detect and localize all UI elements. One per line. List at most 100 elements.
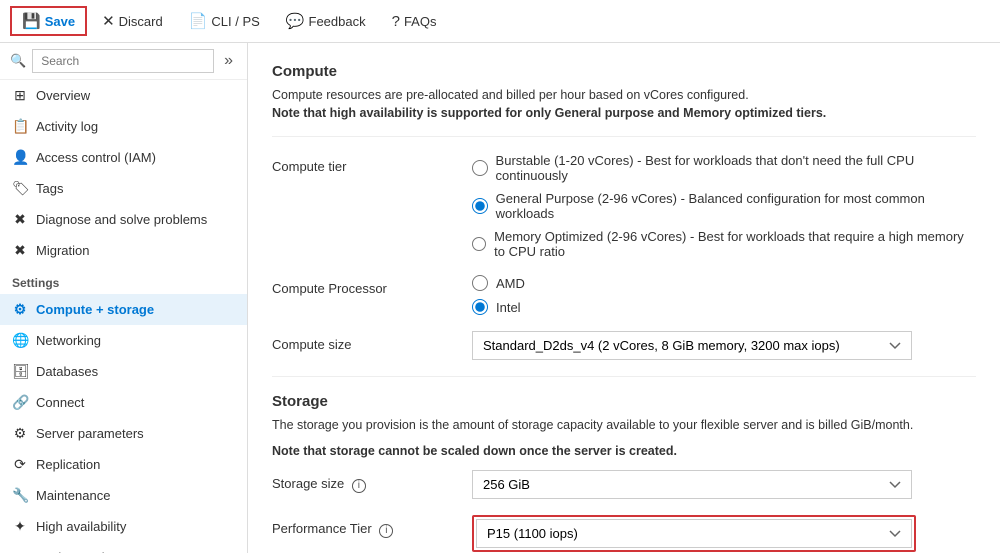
compute-processor-control: AMD Intel	[472, 275, 976, 315]
faqs-icon: ?	[392, 13, 400, 30]
sidebar-item-label: Databases	[36, 364, 98, 379]
sidebar-item-maintenance[interactable]: 🔧 Maintenance	[0, 480, 247, 511]
perf-tier-label: Performance Tier i	[272, 515, 472, 538]
compute-tier-label: Compute tier	[272, 153, 472, 174]
divider-2	[272, 376, 976, 377]
storage-size-info-icon[interactable]: i	[352, 479, 366, 493]
storage-desc1: The storage you provision is the amount …	[272, 418, 976, 432]
compute-size-control: Standard_D2ds_v4 (2 vCores, 8 GiB memory…	[472, 331, 976, 360]
sidebar-item-label: Replication	[36, 457, 100, 472]
high-availability-icon: ✦	[12, 518, 28, 535]
storage-section-title: Storage	[272, 393, 976, 410]
sidebar-item-server-parameters[interactable]: ⚙ Server parameters	[0, 418, 247, 449]
perf-tier-select[interactable]: P15 (1100 iops)	[476, 519, 912, 548]
sidebar-item-diagnose[interactable]: ✖ Diagnose and solve problems	[0, 204, 247, 235]
radio-memory[interactable]	[472, 236, 486, 252]
sidebar-item-activity-log[interactable]: 📋 Activity log	[0, 111, 247, 142]
compute-processor-label: Compute Processor	[272, 275, 472, 296]
sidebar-item-migration[interactable]: ✖ Migration	[0, 235, 247, 266]
sidebar-item-tags[interactable]: 🏷 Tags	[0, 173, 247, 204]
sidebar-item-access-control[interactable]: 👤 Access control (IAM)	[0, 142, 247, 173]
radio-general-item: General Purpose (2-96 vCores) - Balanced…	[472, 191, 976, 221]
sidebar: 🔍 » ⊞ Overview 📋 Activity log 👤 Access c…	[0, 43, 248, 553]
discard-button[interactable]: ✕ Discard	[91, 7, 174, 35]
save-button[interactable]: 💾 Save	[10, 6, 87, 36]
radio-burstable-label[interactable]: Burstable (1-20 vCores) - Best for workl…	[496, 153, 976, 183]
sidebar-item-label: Diagnose and solve problems	[36, 212, 207, 227]
faqs-label: FAQs	[404, 14, 437, 29]
sidebar-item-label: High availability	[36, 519, 126, 534]
settings-section-label: Settings	[0, 266, 247, 294]
backup-restore-icon: ↩	[12, 549, 28, 553]
radio-intel-item: Intel	[472, 299, 976, 315]
sidebar-item-overview[interactable]: ⊞ Overview	[0, 80, 247, 111]
toolbar: 💾 Save ✕ Discard 📄 CLI / PS 💬 Feedback ?…	[0, 0, 1000, 43]
sidebar-item-label: Access control (IAM)	[36, 150, 156, 165]
storage-desc2: Note that storage cannot be scaled down …	[272, 444, 976, 458]
compute-storage-icon: ⚙	[12, 301, 28, 318]
discard-icon: ✕	[102, 12, 115, 30]
compute-size-select[interactable]: Standard_D2ds_v4 (2 vCores, 8 GiB memory…	[472, 331, 912, 360]
cli-ps-button[interactable]: 📄 CLI / PS	[178, 7, 271, 35]
search-input[interactable]	[32, 49, 214, 73]
cli-ps-label: CLI / PS	[211, 14, 259, 29]
compute-size-row: Compute size Standard_D2ds_v4 (2 vCores,…	[272, 331, 976, 360]
radio-general-label[interactable]: General Purpose (2-96 vCores) - Balanced…	[496, 191, 976, 221]
storage-size-label: Storage size i	[272, 470, 472, 493]
compute-size-label: Compute size	[272, 331, 472, 352]
compute-section-title: Compute	[272, 63, 976, 80]
radio-amd[interactable]	[472, 275, 488, 291]
main-layout: 🔍 » ⊞ Overview 📋 Activity log 👤 Access c…	[0, 43, 1000, 553]
perf-tier-control: P15 (1100 iops)	[472, 515, 976, 552]
access-control-icon: 👤	[12, 149, 28, 166]
content-area: Compute Compute resources are pre-alloca…	[248, 43, 1000, 553]
cli-icon: 📄	[189, 12, 208, 30]
tags-icon: 🏷	[12, 180, 28, 197]
perf-tier-info-icon[interactable]: i	[379, 524, 393, 538]
save-label: Save	[45, 14, 75, 29]
compute-processor-radio-group: AMD Intel	[472, 275, 976, 315]
sidebar-item-label: Activity log	[36, 119, 98, 134]
sidebar-item-databases[interactable]: 🗄 Databases	[0, 356, 247, 387]
discard-label: Discard	[119, 14, 163, 29]
search-icon: 🔍	[10, 53, 26, 69]
sidebar-item-replication[interactable]: ⟳ Replication	[0, 449, 247, 480]
radio-memory-item: Memory Optimized (2-96 vCores) - Best fo…	[472, 229, 976, 259]
replication-icon: ⟳	[12, 456, 28, 473]
storage-size-row: Storage size i 256 GiB	[272, 470, 976, 499]
sidebar-item-backup-restore[interactable]: ↩ Backup and restore	[0, 542, 247, 553]
networking-icon: 🌐	[12, 332, 28, 349]
radio-amd-label[interactable]: AMD	[496, 276, 525, 291]
save-icon: 💾	[22, 12, 41, 30]
sidebar-item-label: Connect	[36, 395, 84, 410]
radio-memory-label[interactable]: Memory Optimized (2-96 vCores) - Best fo…	[494, 229, 976, 259]
maintenance-icon: 🔧	[12, 487, 28, 504]
sidebar-item-compute-storage[interactable]: ⚙ Compute + storage	[0, 294, 247, 325]
sidebar-item-connect[interactable]: 🔗 Connect	[0, 387, 247, 418]
sidebar-item-label: Tags	[36, 181, 63, 196]
sidebar-item-networking[interactable]: 🌐 Networking	[0, 325, 247, 356]
sidebar-search-row: 🔍 »	[0, 43, 247, 80]
radio-burstable[interactable]	[472, 160, 488, 176]
databases-icon: 🗄	[12, 363, 28, 380]
diagnose-icon: ✖	[12, 211, 28, 228]
sidebar-item-high-availability[interactable]: ✦ High availability	[0, 511, 247, 542]
radio-general[interactable]	[472, 198, 488, 214]
feedback-button[interactable]: 💬 Feedback	[275, 7, 377, 35]
radio-burstable-item: Burstable (1-20 vCores) - Best for workl…	[472, 153, 976, 183]
server-parameters-icon: ⚙	[12, 425, 28, 442]
feedback-label: Feedback	[309, 14, 366, 29]
activity-log-icon: 📋	[12, 118, 28, 135]
feedback-icon: 💬	[286, 12, 305, 30]
collapse-sidebar-button[interactable]: »	[220, 50, 237, 72]
migration-icon: ✖	[12, 242, 28, 259]
faqs-button[interactable]: ? FAQs	[381, 8, 448, 35]
radio-intel[interactable]	[472, 299, 488, 315]
storage-size-control: 256 GiB	[472, 470, 976, 499]
sidebar-item-label: Overview	[36, 88, 90, 103]
radio-intel-label[interactable]: Intel	[496, 300, 521, 315]
radio-amd-item: AMD	[472, 275, 976, 291]
compute-tier-row: Compute tier Burstable (1-20 vCores) - B…	[272, 153, 976, 259]
sidebar-item-label: Maintenance	[36, 488, 110, 503]
storage-size-select[interactable]: 256 GiB	[472, 470, 912, 499]
